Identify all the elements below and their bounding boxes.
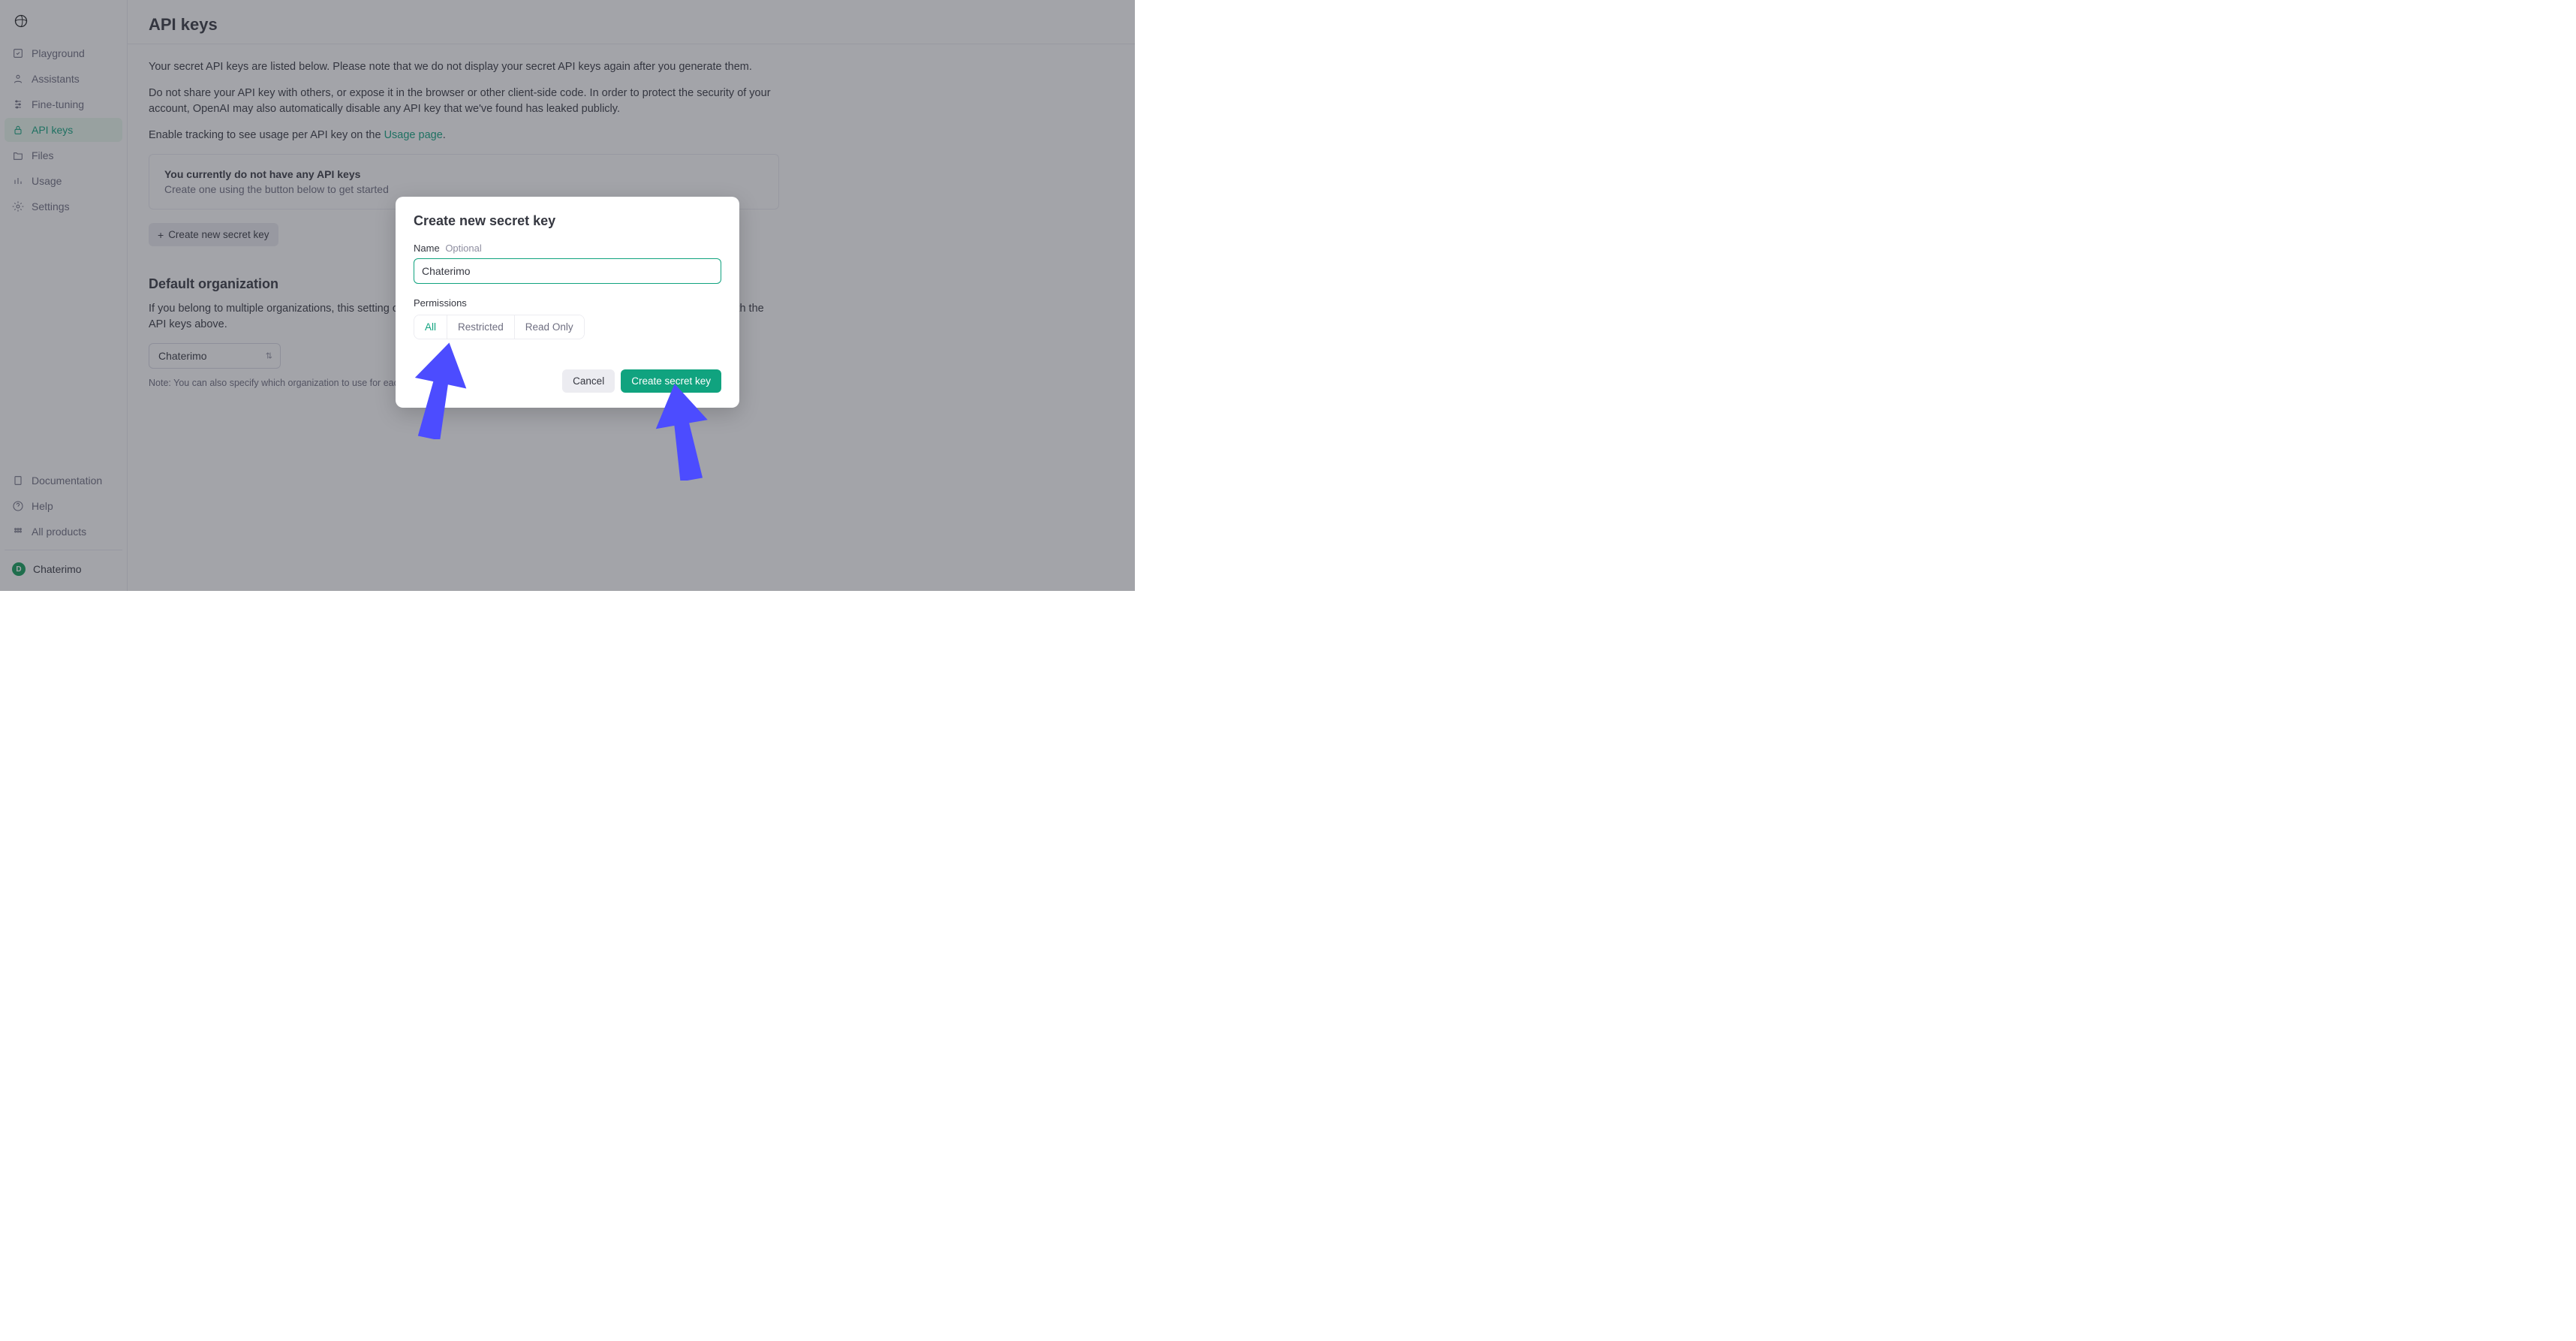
name-field-label: Name Optional	[414, 243, 721, 254]
perm-option-restricted[interactable]: Restricted	[447, 315, 514, 339]
permissions-label: Permissions	[414, 297, 721, 309]
modal-actions: Cancel Create secret key	[414, 369, 721, 393]
modal-title: Create new secret key	[414, 213, 721, 229]
name-optional-text: Optional	[445, 243, 481, 254]
perm-option-all[interactable]: All	[414, 315, 447, 339]
modal-overlay[interactable]: Create new secret key Name Optional Perm…	[0, 0, 1135, 591]
create-key-modal: Create new secret key Name Optional Perm…	[396, 197, 739, 408]
create-secret-key-button[interactable]: Create secret key	[621, 369, 721, 393]
perm-option-readonly[interactable]: Read Only	[514, 315, 584, 339]
cancel-button[interactable]: Cancel	[562, 369, 615, 393]
name-input[interactable]	[414, 258, 721, 284]
name-label-text: Name	[414, 243, 440, 254]
permissions-segment: All Restricted Read Only	[414, 315, 585, 339]
